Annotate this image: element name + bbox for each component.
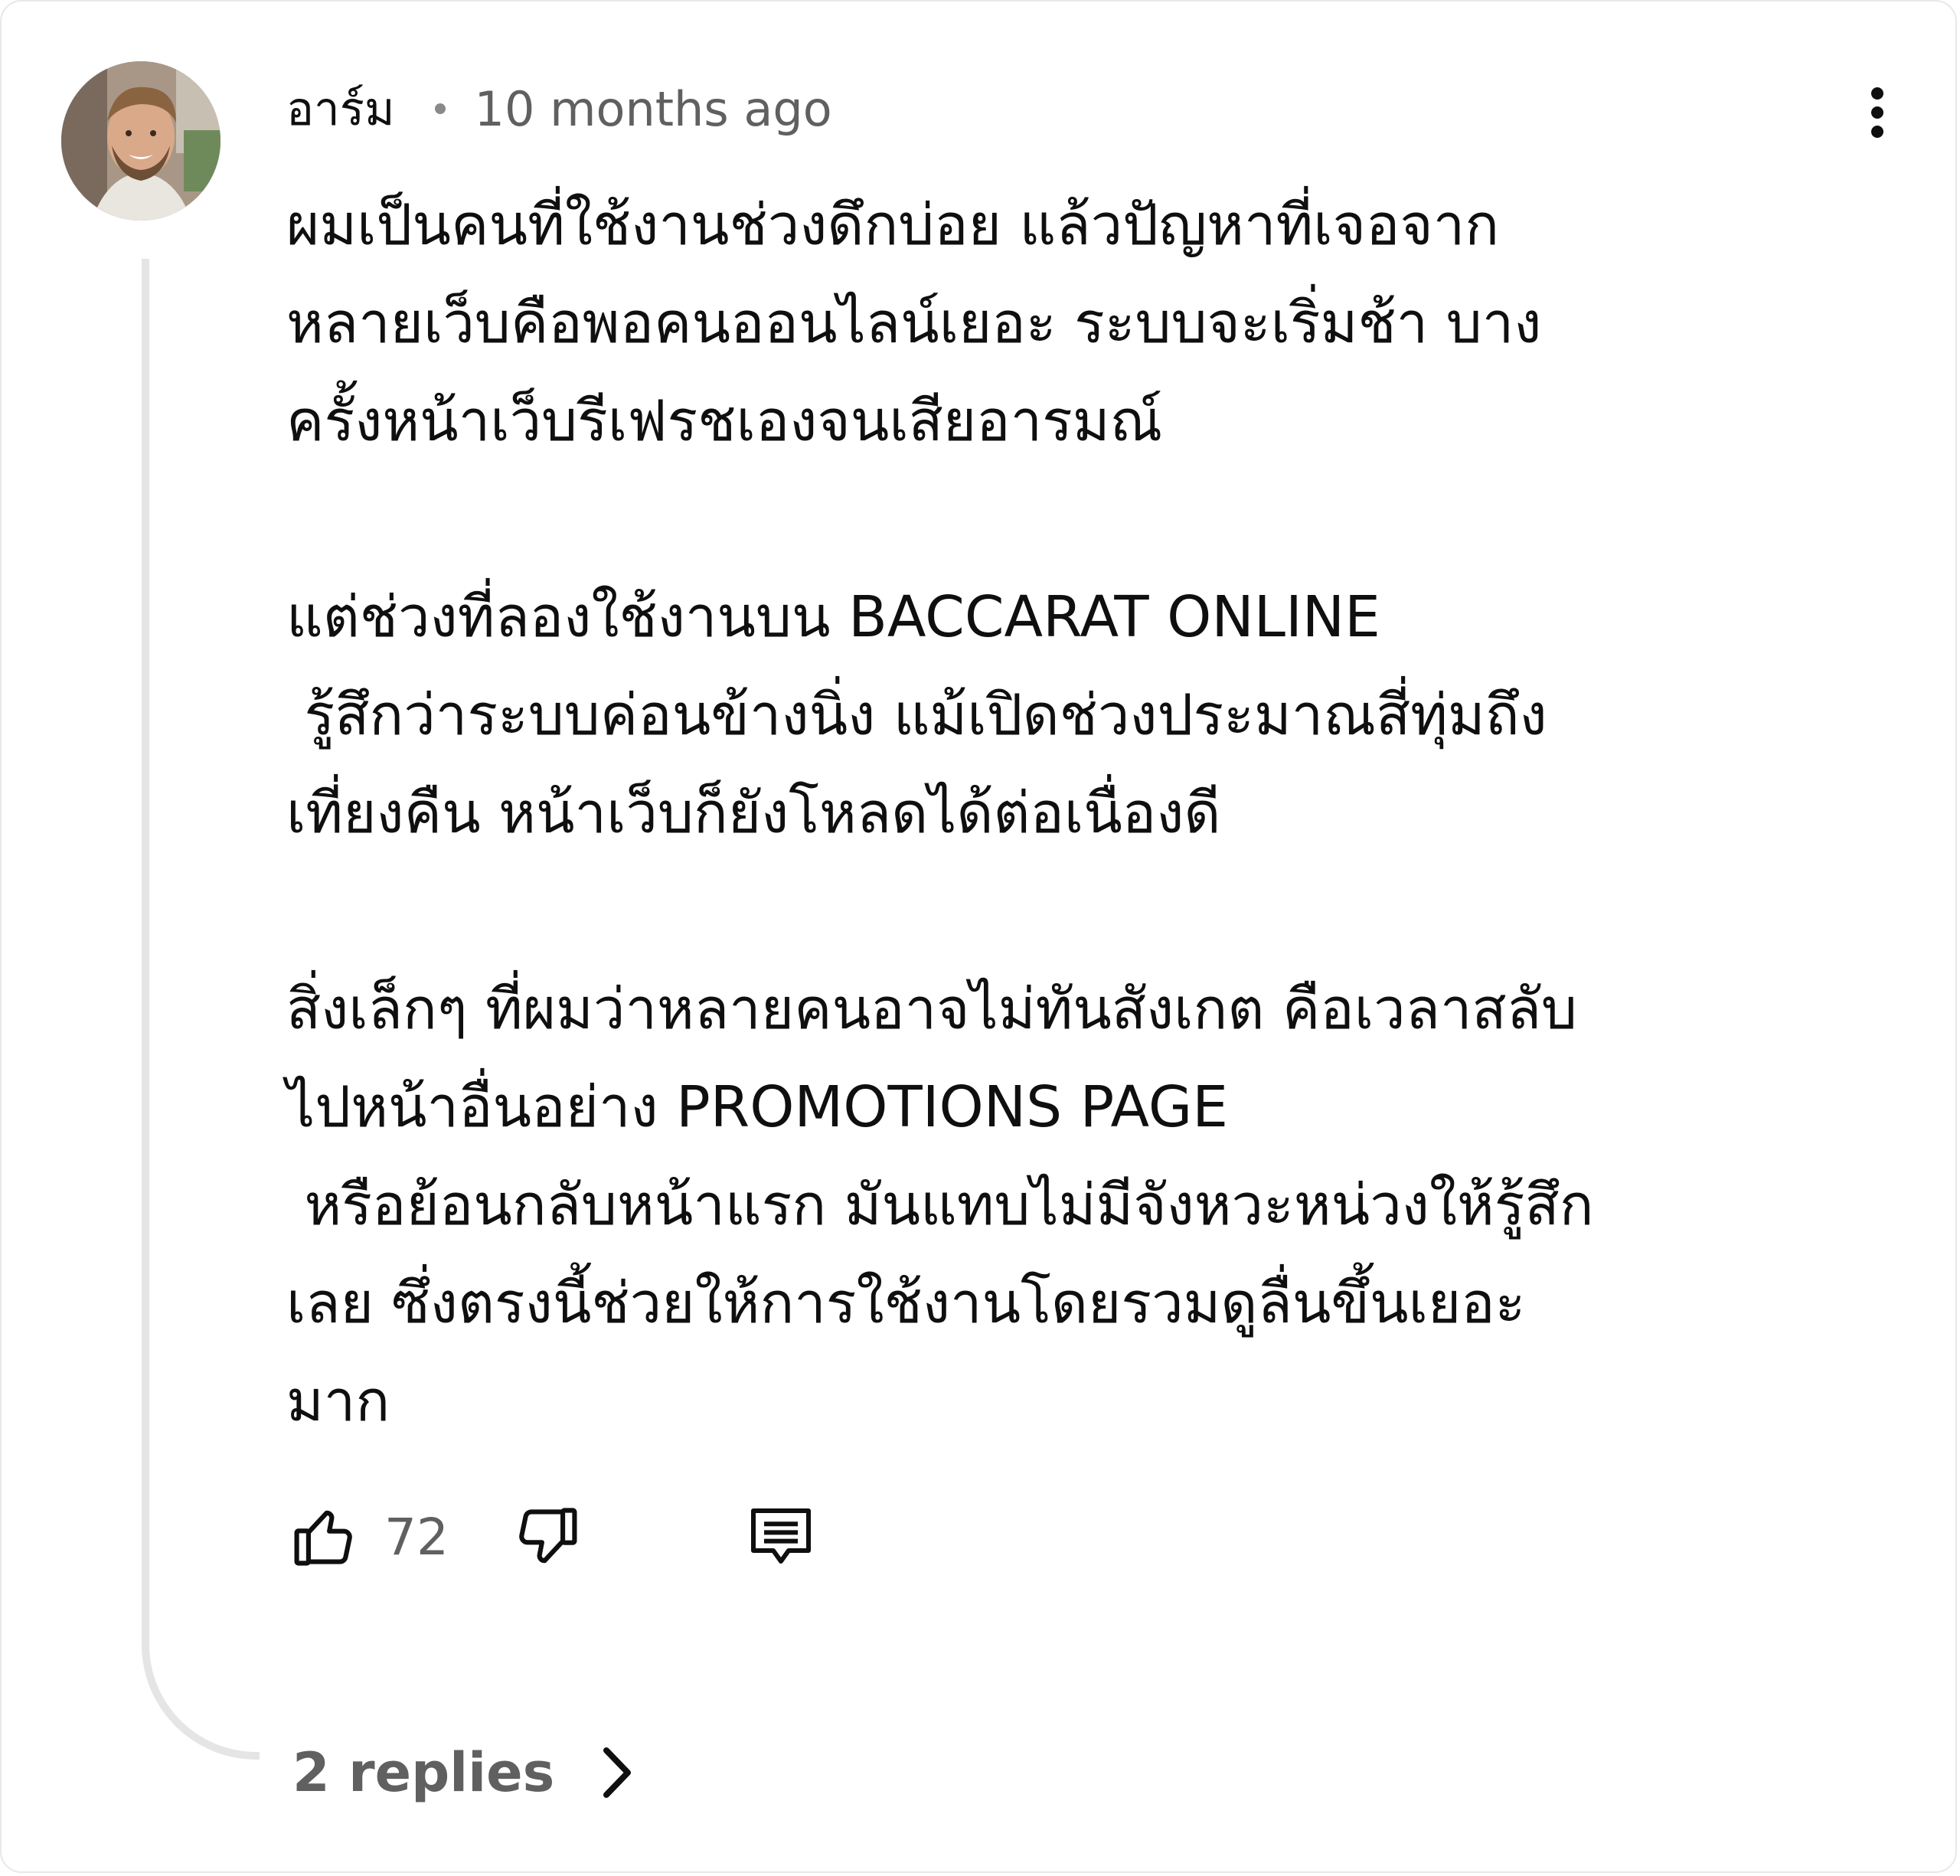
comment-timestamp[interactable]: 10 months ago	[475, 81, 832, 137]
comment-line: มาก	[286, 1368, 390, 1434]
thread-connector-line	[142, 259, 260, 1760]
comment-line: หรือย้อนกลับหน้าแรก มันแทบไม่มีจังหวะหน่…	[286, 1172, 1594, 1238]
comment-line: เที่ยงคืน หน้าเว็บก็ยังโหลดได้ต่อเนื่องด…	[286, 780, 1221, 846]
comment-body: ผมเป็นคนที่ใช้งานช่วงดึกบ่อย แล้วปัญหาที…	[286, 176, 1818, 1450]
more-vertical-icon[interactable]	[1854, 78, 1900, 147]
comment-meta: อาร์ม 10 months ago	[286, 78, 832, 139]
separator-dot	[434, 103, 446, 114]
chevron-right-icon-svg	[603, 1747, 632, 1798]
view-replies-button[interactable]: 2 replies	[292, 1738, 634, 1807]
comment-line: ผมเป็นคนที่ใช้งานช่วงดึกบ่อย แล้วปัญหาที…	[286, 192, 1500, 258]
chevron-right-icon	[600, 1746, 634, 1799]
more-dot	[1871, 87, 1883, 100]
like-count: 72	[384, 1508, 449, 1567]
comment-actions: 72	[286, 1495, 899, 1579]
comment-line: รู้สึกว่าระบบค่อนข้างนิ่ง แม้เปิดช่วงประ…	[286, 682, 1547, 748]
avatar[interactable]	[61, 61, 220, 221]
like-button[interactable]	[286, 1495, 363, 1579]
comment-line: แต่ช่วงที่ลองใช้งานบน BACCARAT ONLINE	[286, 584, 1380, 650]
dislike-button[interactable]	[508, 1495, 585, 1579]
more-dot	[1871, 126, 1883, 138]
user-avatar-photo-icon	[61, 61, 220, 221]
replies-label: 2 replies	[292, 1741, 555, 1804]
comment-line: สิ่งเล็กๆ ที่ผมว่าหลายคนอาจไม่ทันสังเกต …	[286, 976, 1578, 1042]
author-name[interactable]: อาร์ม	[286, 73, 395, 145]
comment-line: ไปหน้าอื่นอย่าง PROMOTIONS PAGE	[286, 1074, 1228, 1140]
reply-button[interactable]	[743, 1495, 819, 1579]
comment-card: อาร์ม 10 months ago ผมเป็นคนที่ใช้งานช่ว…	[0, 0, 1957, 1873]
comment-paragraph-gap	[286, 470, 1818, 568]
thumbs-up-icon	[294, 1510, 352, 1566]
comment-line: หลายเว็บคือพอคนออนไลน์เยอะ ระบบจะเริ่มช้…	[286, 290, 1542, 356]
comment-reply-icon	[751, 1508, 811, 1564]
thumbs-down-icon	[519, 1508, 577, 1564]
comment-paragraph-gap	[286, 862, 1818, 960]
comment-line: ครั้งหน้าเว็บรีเฟรชเองจนเสียอารมณ์	[286, 388, 1163, 454]
comment-line: เลย ซึ่งตรงนี้ช่วยให้การใช้งานโดยรวมดูลื…	[286, 1270, 1526, 1336]
more-dot	[1871, 106, 1883, 119]
